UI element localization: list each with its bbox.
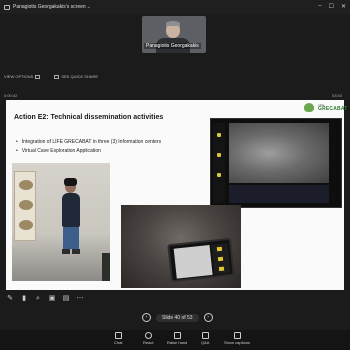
banner-graphic xyxy=(19,200,33,210)
warning-icon xyxy=(217,153,221,157)
minimize-button[interactable]: – xyxy=(318,3,321,10)
react-button[interactable]: React xyxy=(143,332,153,345)
participant-name: Panagiotis Georgakakis xyxy=(144,43,201,49)
warning-icon xyxy=(217,133,221,137)
qa-label: Q&A xyxy=(201,340,210,345)
app-info-panel xyxy=(229,185,329,203)
person-legs xyxy=(63,227,79,249)
participant-hair xyxy=(166,21,180,26)
app-screenshot-image xyxy=(210,118,342,208)
qa-icon xyxy=(201,332,209,339)
banner-graphic xyxy=(19,180,33,190)
warning-icon xyxy=(217,173,221,177)
view-options-button[interactable]: VIEW OPTIONS xyxy=(4,74,41,79)
annotation-toolbar: ✎ ▮ ⌕ ▣ ▤ ⋯ xyxy=(0,293,350,305)
cave-tablet-photo xyxy=(121,205,241,288)
bullet-item: Virtual Cave Exploration Application xyxy=(16,147,161,156)
bat-logo-icon xyxy=(304,103,314,112)
show-captions-button[interactable]: Show captions xyxy=(224,332,250,345)
vr-user-photo xyxy=(12,163,110,281)
highlighter-icon[interactable]: ▮ xyxy=(20,295,28,303)
subtitles-icon[interactable]: ▤ xyxy=(62,295,70,303)
pen-icon[interactable]: ✎ xyxy=(6,295,14,303)
zoom-icon[interactable]: ⌕ xyxy=(34,295,42,303)
view-toolbar: VIEW OPTIONS SEE QUICK SHARE xyxy=(0,71,350,82)
raise-hand-button[interactable]: Raise hand xyxy=(167,332,187,345)
slide-title: Action E2: Technical dissemination activ… xyxy=(14,114,164,121)
warning-icon xyxy=(217,256,224,262)
hand-icon xyxy=(173,332,181,339)
roll-up-banner xyxy=(14,171,36,241)
image-icon[interactable]: ▣ xyxy=(48,295,56,303)
vr-headset xyxy=(64,178,77,186)
person-shoe xyxy=(72,249,80,254)
chat-label: Chat xyxy=(114,340,123,345)
bullet-list: Integration of LIFE GRECABAT in three (3… xyxy=(16,138,161,156)
elapsed-timer: 0:00:42 xyxy=(4,93,18,98)
tablet-screen xyxy=(173,245,213,279)
chat-icon xyxy=(114,332,122,339)
person-torso xyxy=(62,193,80,227)
previous-slide-button[interactable]: ‹ xyxy=(142,313,151,322)
tablet-device xyxy=(167,237,235,283)
bullet-item: Integration of LIFE GRECABAT in three (3… xyxy=(16,138,161,147)
show-captions-label: Show captions xyxy=(224,340,251,345)
banner-graphic xyxy=(19,220,33,230)
view-options-label: VIEW OPTIONS xyxy=(4,74,34,79)
quick-share-button[interactable]: SEE QUICK SHARE xyxy=(54,74,98,79)
logo-text: GRECABAT xyxy=(318,106,348,112)
maximize-button[interactable]: ☐ xyxy=(329,3,334,10)
more-icon[interactable]: ⋯ xyxy=(76,295,84,303)
chevron-down-icon[interactable]: ⌄ xyxy=(87,4,91,10)
cave-map-image xyxy=(229,123,329,183)
participant-video[interactable]: Panagiotis Georgakakis xyxy=(142,16,206,53)
title-bar: Panagiotis Georgakakis's screen ⌄ xyxy=(0,0,350,14)
quick-share-label: SEE QUICK SHARE xyxy=(61,74,99,79)
chat-button[interactable]: Chat xyxy=(114,332,122,345)
warning-icon xyxy=(216,246,223,252)
screen-share-icon xyxy=(4,4,10,10)
slide-counter: Slide 40 of 53 xyxy=(156,313,199,322)
chevron-down-icon xyxy=(35,74,41,79)
shared-slide: Action E2: Technical dissemination activ… xyxy=(6,100,347,290)
window-controls: – ☐ ✕ xyxy=(318,3,346,10)
app-sidebar xyxy=(213,123,225,203)
slide-navigation: ‹ Slide 40 of 53 › xyxy=(142,313,213,322)
meeting-controls: Chat React Raise hand Q&A Show captions xyxy=(0,330,350,350)
react-label: React xyxy=(143,340,154,345)
captions-icon xyxy=(233,332,241,339)
qa-button[interactable]: Q&A xyxy=(201,332,209,345)
raise-hand-label: Raise hand xyxy=(167,340,188,345)
timer-row: 0:00:42 03:53 xyxy=(0,91,350,99)
next-slide-button[interactable]: › xyxy=(203,313,213,322)
smile-icon xyxy=(144,332,152,339)
window-title: Panagiotis Georgakakis's screen xyxy=(13,4,86,10)
background-object xyxy=(102,253,110,281)
clock: 03:53 xyxy=(331,93,342,98)
warning-icon xyxy=(218,266,225,272)
close-button[interactable]: ✕ xyxy=(341,3,346,10)
share-icon xyxy=(54,74,60,79)
person-shoe xyxy=(62,249,70,254)
